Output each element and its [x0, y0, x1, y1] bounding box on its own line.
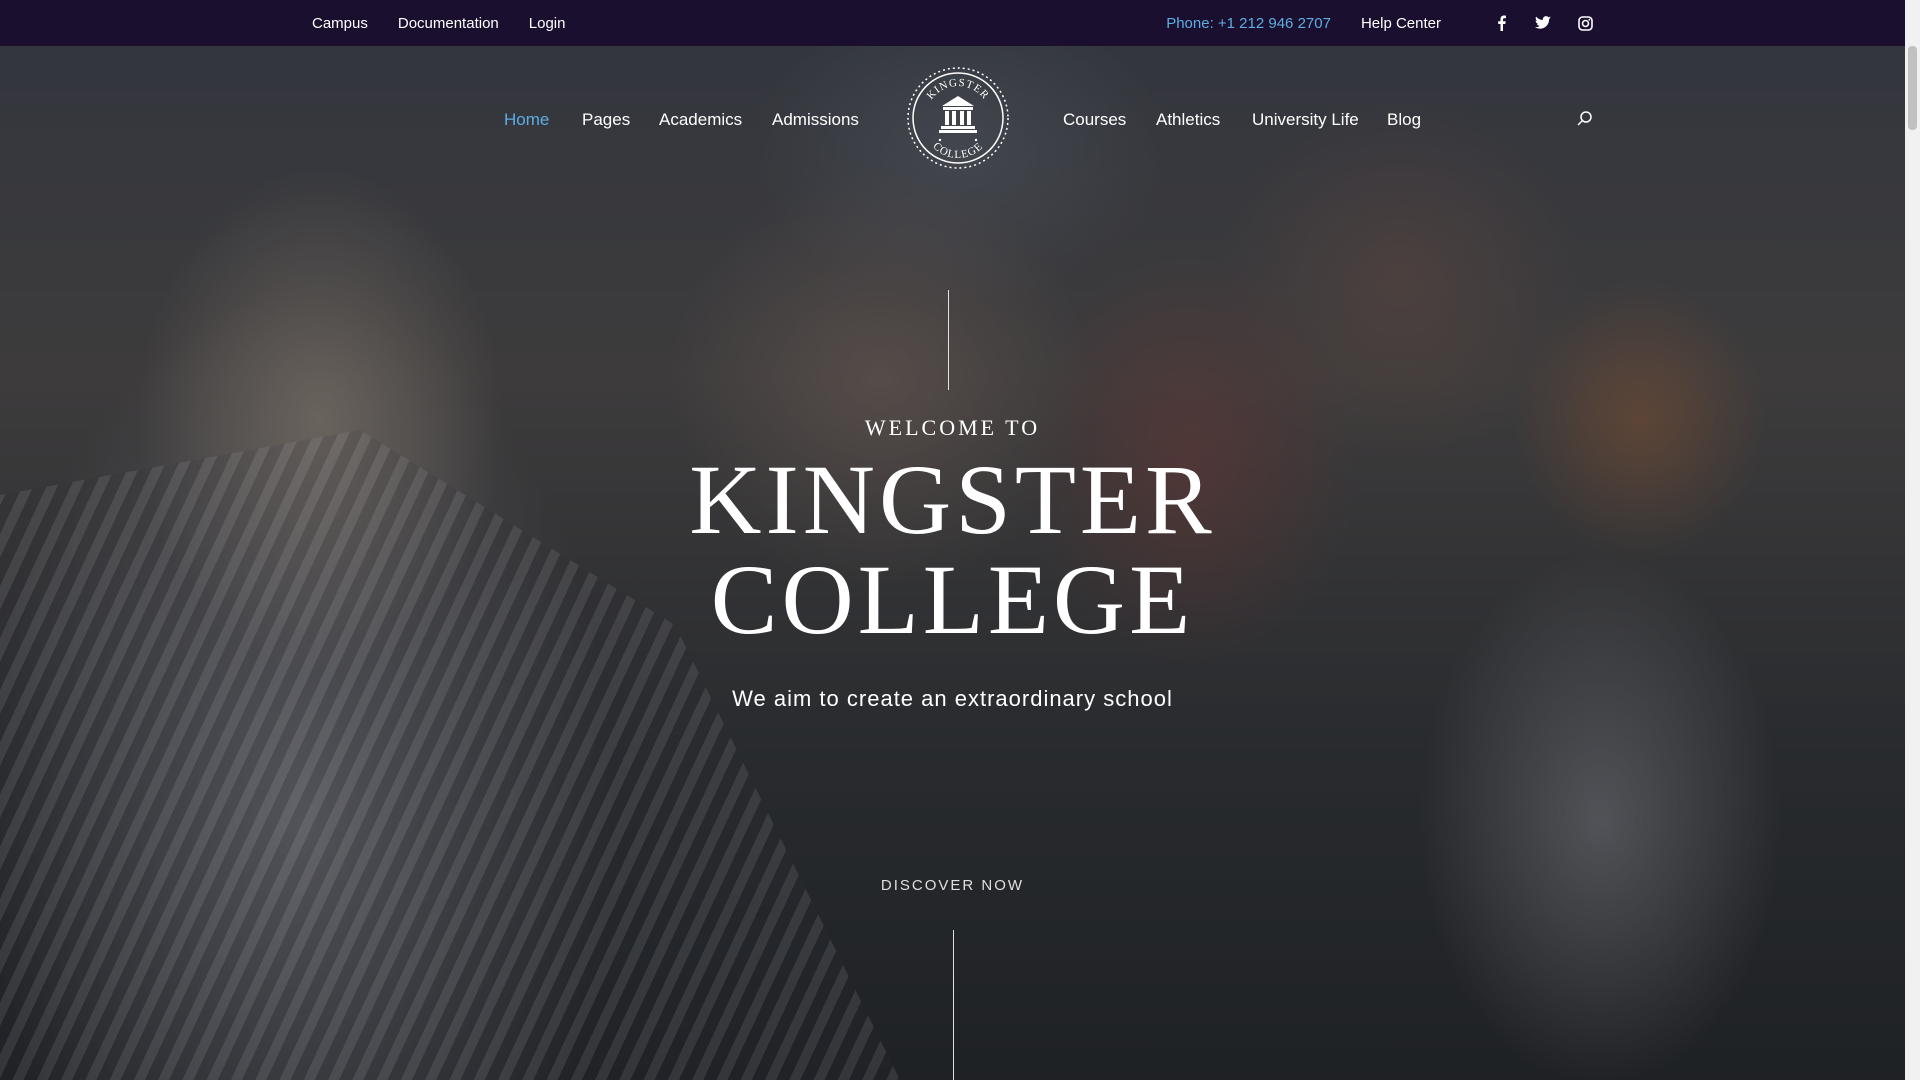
- topbar-link-campus[interactable]: Campus: [312, 15, 368, 32]
- hero-title-line2: COLLEGE: [710, 544, 1195, 655]
- phone-number[interactable]: Phone: +1 212 946 2707: [1166, 15, 1331, 32]
- top-bar-links: Campus Documentation Login: [312, 0, 595, 46]
- topbar-link-login[interactable]: Login: [529, 15, 566, 32]
- nav-item-pages[interactable]: Pages: [582, 110, 630, 130]
- hero-title: KINGSTER COLLEGE: [0, 450, 1905, 650]
- decorative-line-top: [948, 290, 949, 390]
- scrollbar-thumb[interactable]: [1908, 46, 1917, 130]
- hero-title-line1: KINGSTER: [689, 444, 1216, 555]
- search-icon[interactable]: [1576, 110, 1594, 128]
- nav-item-home[interactable]: Home: [504, 110, 549, 130]
- homepage: Campus Documentation Login Phone: +1 212…: [0, 0, 1920, 1080]
- top-bar-contact: Phone: +1 212 946 2707 Help Center: [1166, 0, 1593, 46]
- hero-tagline: We aim to create an extraordinary school: [732, 686, 1173, 711]
- help-center-link[interactable]: Help Center: [1361, 15, 1441, 32]
- twitter-icon[interactable]: [1535, 15, 1551, 31]
- decorative-line-bottom: [953, 930, 954, 1080]
- nav-item-courses[interactable]: Courses: [1063, 110, 1126, 130]
- nav-item-athletics[interactable]: Athletics: [1156, 110, 1220, 130]
- topbar-link-documentation[interactable]: Documentation: [398, 15, 499, 32]
- building-icon: [939, 96, 977, 133]
- page-scrollbar[interactable]: [1905, 0, 1920, 1080]
- facebook-icon[interactable]: [1493, 15, 1509, 31]
- nav-item-blog[interactable]: Blog: [1387, 110, 1421, 130]
- top-bar: Campus Documentation Login Phone: +1 212…: [0, 0, 1905, 46]
- nav-item-admissions[interactable]: Admissions: [772, 110, 859, 130]
- hero-welcome-text: WELCOME TO: [864, 415, 1041, 440]
- nav-item-university-life[interactable]: University Life: [1252, 110, 1359, 130]
- discover-now-link[interactable]: DISCOVER NOW: [0, 877, 1905, 894]
- college-logo[interactable]: KINGSTER COLLEGE: [906, 66, 1010, 170]
- nav-item-academics[interactable]: Academics: [659, 110, 742, 130]
- instagram-icon[interactable]: [1577, 15, 1593, 31]
